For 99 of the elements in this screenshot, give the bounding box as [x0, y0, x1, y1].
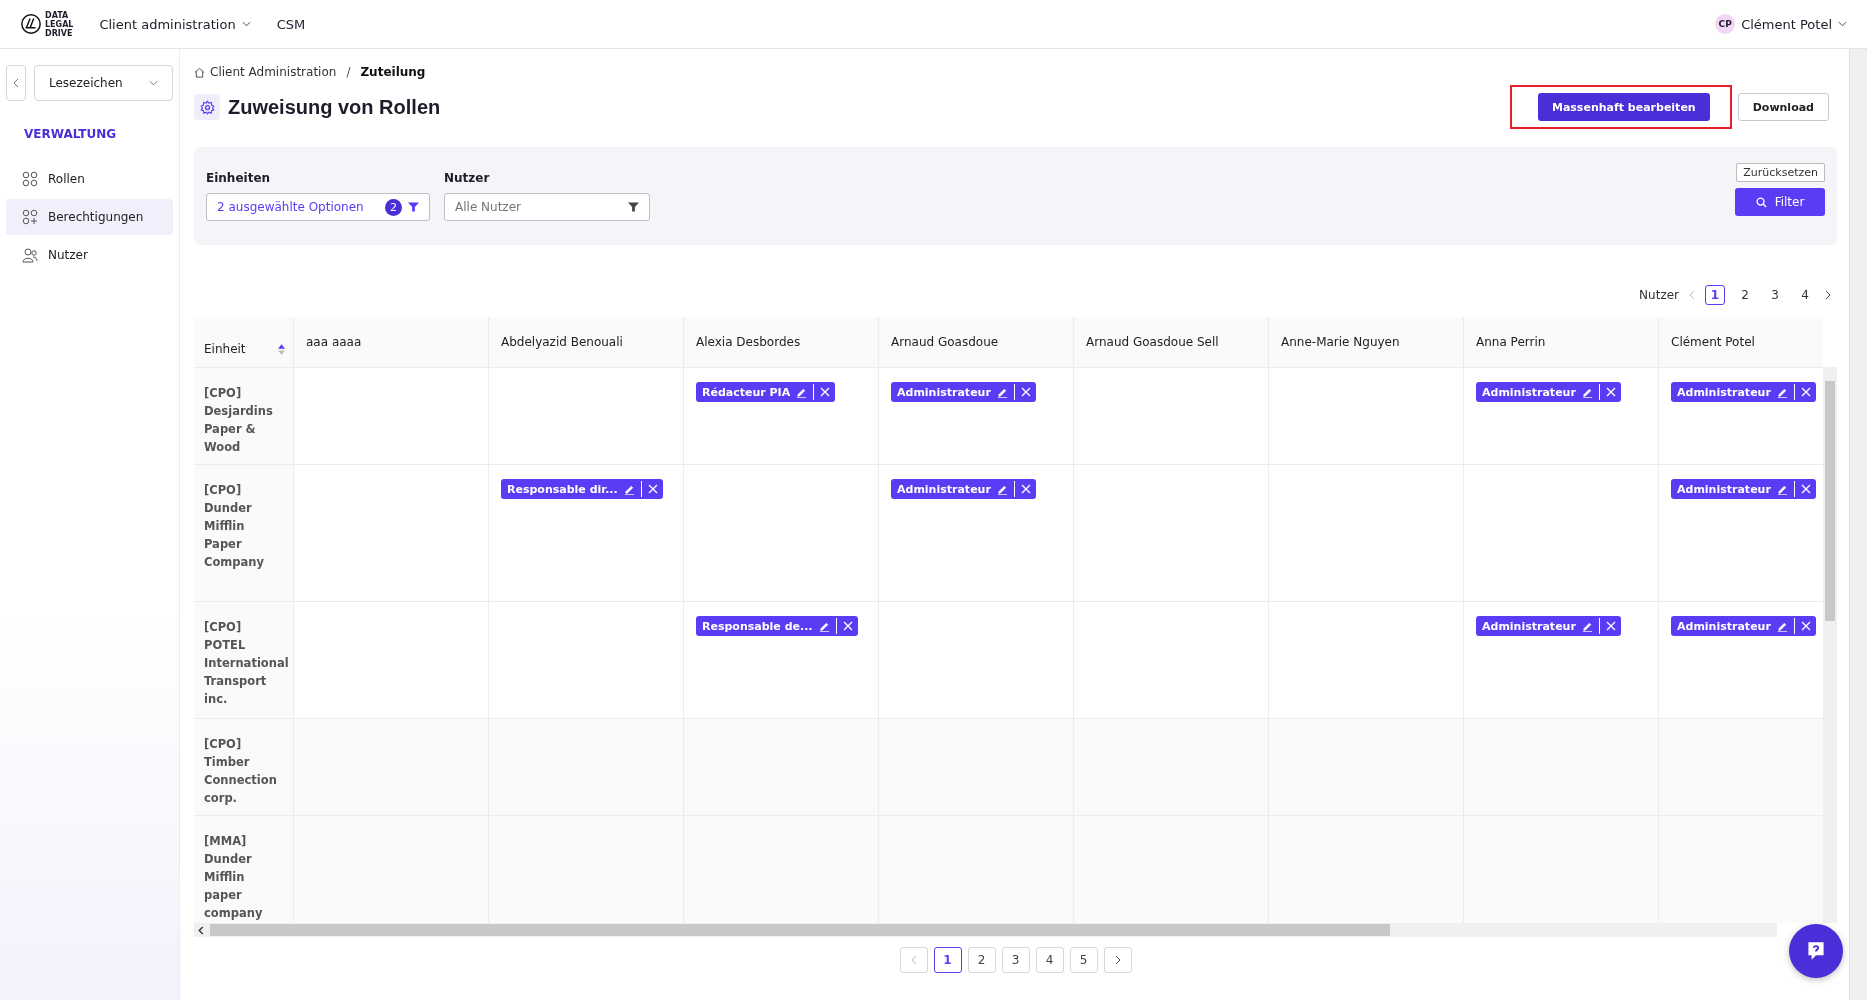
column-header: Anna Perrin [1476, 335, 1546, 349]
home-icon [194, 66, 205, 78]
chevron-left-icon [910, 955, 917, 965]
chevron-left-icon [13, 78, 19, 88]
close-icon[interactable] [647, 484, 658, 494]
units-select[interactable]: 2 ausgewählte Optionen 2 [206, 193, 430, 221]
edit-icon[interactable] [1581, 386, 1593, 398]
edit-icon[interactable] [796, 386, 808, 398]
scrollbar[interactable] [194, 923, 1777, 937]
avatar: CP [1715, 14, 1736, 34]
logo-text: DATA [45, 10, 70, 20]
close-icon[interactable] [1020, 484, 1031, 494]
sidebar-item[interactable]: Nutzer [6, 237, 173, 273]
user-name: Clément Potel [1741, 16, 1832, 32]
page-button[interactable]: 3 [1001, 947, 1030, 973]
column-header: Abdelyazid Benouali [501, 335, 623, 349]
column-header: aaa aaaa [306, 335, 362, 349]
unit-cell: [CPO] Desjardins Paper & Wood [194, 368, 294, 464]
column-header: Clément Potel [1671, 335, 1755, 349]
edit-icon[interactable] [1776, 386, 1788, 398]
edit-icon[interactable] [996, 483, 1008, 495]
page-title: Zuweisung von Rollen [228, 95, 441, 119]
grid-icon [22, 171, 38, 187]
column-header: Arnaud Goasdoue [891, 335, 999, 349]
count-badge: 2 [385, 198, 402, 216]
logo-text: DRIVE [45, 28, 74, 38]
page-button[interactable]: 1 [933, 947, 962, 973]
role-tag: Administrateur [1671, 382, 1816, 402]
page-button[interactable]: 5 [1069, 947, 1098, 973]
nav-menu[interactable]: CSM [276, 16, 306, 32]
grid-plus-icon [22, 209, 38, 225]
page-button[interactable]: 3 [1765, 285, 1785, 305]
edit-icon[interactable] [996, 386, 1008, 398]
users-icon [22, 247, 38, 263]
sidebar-item[interactable]: Rollen [6, 161, 173, 197]
breadcrumb-current: Zuteilung [360, 65, 426, 79]
role-tag: Administrateur [1671, 616, 1816, 636]
edit-icon[interactable] [818, 620, 830, 632]
scrollbar[interactable] [1823, 367, 1837, 923]
reset-button[interactable]: Zurücksetzen [1736, 163, 1825, 182]
role-tag: Administrateur [1476, 616, 1621, 636]
bookmark-dropdown[interactable]: Lesezeichen [34, 65, 173, 101]
nav-menu[interactable]: Client administration [99, 16, 251, 32]
search-icon [1755, 196, 1767, 208]
filter-icon [408, 202, 419, 212]
users-select[interactable]: Alle Nutzer [444, 193, 650, 221]
section-heading: VERWALTUNG [24, 127, 118, 141]
chevron-right-icon [1114, 955, 1121, 965]
edit-icon[interactable] [1776, 483, 1788, 495]
filter-button[interactable]: Filter [1735, 188, 1825, 216]
chevron-left-icon[interactable] [198, 925, 204, 935]
caret-icon [1838, 21, 1847, 27]
logo-icon [20, 13, 42, 35]
role-tag: Responsable dir... [501, 479, 663, 499]
pager-label: Nutzer [1639, 288, 1679, 302]
caret-icon [241, 21, 251, 27]
column-header: Arnaud Goasdoue Sell [1086, 335, 1219, 349]
role-tag: Administrateur [891, 479, 1036, 499]
edit-icon[interactable] [1581, 620, 1593, 632]
close-icon[interactable] [820, 387, 831, 397]
role-tag: Rédacteur PIA [696, 382, 836, 402]
close-icon[interactable] [1605, 621, 1616, 631]
column-header: Einheit [204, 341, 246, 358]
sidebar-item[interactable]: Berechtigungen [6, 199, 173, 235]
close-icon[interactable] [842, 621, 853, 631]
close-icon[interactable] [1800, 621, 1811, 631]
page-button[interactable]: 4 [1795, 285, 1815, 305]
help-chat-button[interactable] [1789, 924, 1843, 978]
role-tag: Administrateur [1671, 479, 1816, 499]
edit-icon[interactable] [1776, 620, 1788, 632]
field-label: Nutzer [444, 171, 491, 185]
caret-icon [149, 80, 158, 86]
breadcrumb-separator: / [346, 65, 351, 79]
logo-text: LEGAL [45, 19, 74, 29]
role-tag: Administrateur [891, 382, 1036, 402]
sort-icon[interactable] [278, 343, 285, 355]
column-header: Anne-Marie Nguyen [1281, 335, 1400, 349]
role-tag: Administrateur [1476, 382, 1621, 402]
close-icon[interactable] [1020, 387, 1031, 397]
page-button[interactable]: 2 [1735, 285, 1755, 305]
page-button[interactable]: 4 [1035, 947, 1064, 973]
page-button[interactable]: 2 [967, 947, 996, 973]
page-button[interactable]: 1 [1705, 285, 1725, 305]
user-menu[interactable]: CP Clément Potel [1715, 14, 1847, 34]
download-button[interactable]: Download [1737, 93, 1829, 121]
breadcrumb-link[interactable]: Client Administration [210, 65, 337, 79]
unit-cell: [CPO] POTEL International Transport inc. [194, 602, 294, 718]
edit-icon[interactable] [623, 483, 635, 495]
scrollbar[interactable] [1849, 49, 1867, 1000]
settings-icon [194, 94, 220, 120]
bulk-edit-button[interactable]: Massenhaft bearbeiten [1537, 93, 1710, 121]
role-tag: Responsable de... [696, 616, 858, 636]
column-header: Alexia Desbordes [696, 335, 801, 349]
close-icon[interactable] [1800, 387, 1811, 397]
next-page-icon[interactable] [1825, 290, 1831, 300]
field-label: Einheiten [206, 171, 272, 185]
close-icon[interactable] [1605, 387, 1616, 397]
unit-cell: [CPO] Dunder Mifflin Paper Company [194, 465, 294, 601]
close-icon[interactable] [1800, 484, 1811, 494]
